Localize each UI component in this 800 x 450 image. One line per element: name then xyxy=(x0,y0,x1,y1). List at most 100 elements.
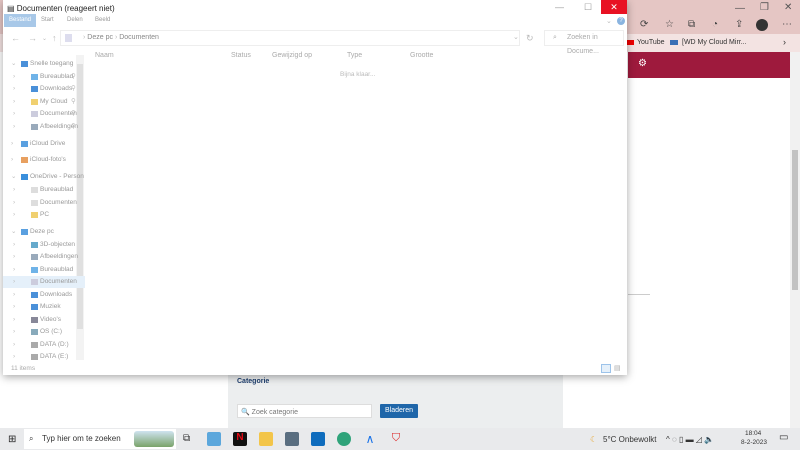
search-input[interactable]: ⌕ Zoeken in Docume... xyxy=(544,30,624,55)
restore-button[interactable]: ❐ xyxy=(760,2,769,13)
pin-icon[interactable]: ⚲ xyxy=(71,71,76,83)
tab-bestand[interactable]: Bestand xyxy=(4,14,37,27)
settings-icon[interactable]: ⚙ xyxy=(638,58,647,69)
nav-item[interactable]: › DATA (D:) xyxy=(3,339,85,351)
nav-item[interactable]: › Documenten xyxy=(3,197,85,209)
chevron-right-icon[interactable]: › xyxy=(13,108,15,120)
nav-item[interactable]: › Bureaublad xyxy=(3,264,85,276)
chevron-down-icon[interactable]: ⌄ xyxy=(513,31,519,45)
performance-icon[interactable]: ◔ xyxy=(712,19,718,30)
share-icon[interactable]: ⇪ xyxy=(735,19,743,30)
chevron-right-icon[interactable]: › xyxy=(13,83,15,95)
nav-item[interactable]: ⌄ OneDrive - Person xyxy=(3,171,85,183)
help-icon[interactable]: ? xyxy=(617,17,625,25)
column-naam[interactable]: Naam xyxy=(95,52,114,59)
nav-item[interactable]: › DATA (E:) xyxy=(3,351,85,363)
nav-item[interactable]: › My Cloud ⚲ xyxy=(3,96,85,108)
chevron-right-icon[interactable]: › xyxy=(13,96,15,108)
more-icon[interactable]: ⋯ xyxy=(782,19,792,30)
chevron-right-icon[interactable]: › xyxy=(13,301,15,313)
app-icon[interactable] xyxy=(207,432,221,446)
nav-item[interactable]: › iCloud-foto's xyxy=(3,154,85,166)
chevron-down-icon[interactable]: ⌄ xyxy=(11,58,16,70)
chevron-right-icon[interactable]: › xyxy=(13,351,15,363)
tab-beeld[interactable]: Beeld xyxy=(90,14,115,27)
column-type[interactable]: Type xyxy=(347,52,362,59)
minimize-button[interactable]: — xyxy=(555,2,564,12)
chevron-right-icon[interactable]: › xyxy=(13,121,15,133)
weather-text[interactable]: 5°C Onbewolkt xyxy=(603,435,656,444)
nav-item[interactable]: › Documenten xyxy=(3,276,85,288)
pin-icon[interactable]: ⚲ xyxy=(71,121,76,133)
nav-item[interactable]: ⌄ Snelle toegang xyxy=(3,58,85,70)
column-grootte[interactable]: Grootte xyxy=(410,52,433,59)
favorites-icon[interactable]: ☆ xyxy=(665,19,674,30)
file-explorer-icon[interactable] xyxy=(259,432,273,446)
category-search-input[interactable]: 🔍 Zoek categorie xyxy=(237,404,372,418)
chevron-down-icon[interactable]: ⌄ xyxy=(11,226,16,238)
windows-start-icon[interactable]: ⊞ xyxy=(8,434,16,445)
collections-icon[interactable]: ⧉ xyxy=(688,19,695,30)
chevron-right-icon[interactable]: › xyxy=(13,251,15,263)
chevron-right-icon[interactable]: › xyxy=(13,71,15,83)
chevron-right-icon[interactable]: › xyxy=(11,154,13,166)
refresh-icon[interactable]: ↻ xyxy=(526,33,534,44)
clock-time[interactable]: 18:04 xyxy=(745,430,761,437)
chevron-right-icon[interactable]: › xyxy=(13,314,15,326)
column-status[interactable]: Status xyxy=(231,52,251,59)
clock-date[interactable]: 8-2-2023 xyxy=(741,439,767,446)
scrollbar-thumb[interactable] xyxy=(792,150,798,290)
vpn-shield-icon[interactable]: ⛉ xyxy=(389,432,403,446)
pin-icon[interactable]: ⚲ xyxy=(71,108,76,120)
notification-icon[interactable]: ▭ xyxy=(779,432,788,443)
nav-item[interactable]: › Bureaublad ⚲ xyxy=(3,71,85,83)
close-button[interactable]: ✕ xyxy=(601,0,627,14)
outlook-icon[interactable] xyxy=(311,432,325,446)
chevron-right-icon[interactable]: › xyxy=(13,289,15,301)
close-button[interactable]: ✕ xyxy=(784,2,792,13)
address-bar[interactable]: › Deze pc › Documenten ⌄ xyxy=(60,30,520,46)
chevron-down-icon[interactable]: ⌄ xyxy=(11,171,16,183)
nav-item[interactable]: › Muziek xyxy=(3,301,85,313)
chevron-right-icon[interactable]: › xyxy=(13,209,15,221)
netflix-icon[interactable]: N xyxy=(233,432,247,446)
extension-icon[interactable]: ⟳ xyxy=(640,19,648,30)
calculator-icon[interactable] xyxy=(285,432,299,446)
bookmark-wd[interactable]: [WD My Cloud Mirr... xyxy=(682,39,747,46)
nav-item[interactable]: › Bureaublad xyxy=(3,184,85,196)
nav-item[interactable]: › OS (C:) xyxy=(3,326,85,338)
nav-item[interactable]: › Downloads xyxy=(3,289,85,301)
pin-icon[interactable]: ⚲ xyxy=(71,83,76,95)
minimize-button[interactable]: — xyxy=(735,3,745,14)
browse-button[interactable]: Bladeren xyxy=(380,404,418,418)
up-icon[interactable]: ↑ xyxy=(52,33,57,43)
breadcrumb-documenten[interactable]: Documenten xyxy=(119,34,159,41)
back-icon[interactable]: ← xyxy=(11,33,20,43)
nav-item[interactable]: ⌄ Deze pc xyxy=(3,226,85,238)
tiles-view-button[interactable]: ▤ xyxy=(614,364,621,372)
tray-icons[interactable]: ^ ◌ ▯ ▬ ◿ 🔈 xyxy=(666,435,714,444)
maximize-button[interactable]: ☐ xyxy=(584,2,592,13)
tab-start[interactable]: Start xyxy=(36,14,59,27)
chevron-right-icon[interactable]: › xyxy=(13,276,15,288)
chevron-right-icon[interactable]: › xyxy=(13,184,15,196)
tab-delen[interactable]: Delen xyxy=(62,14,88,27)
pin-icon[interactable]: ⚲ xyxy=(71,96,76,108)
nav-item[interactable]: › 3D-objecten xyxy=(3,239,85,251)
details-view-button[interactable] xyxy=(601,364,611,373)
recent-icon[interactable]: ⌄ xyxy=(42,35,47,42)
chevron-right-icon[interactable]: › xyxy=(783,37,786,47)
chevron-right-icon[interactable]: › xyxy=(13,339,15,351)
taskbar-search[interactable]: ⌕ Typ hier om te zoeken xyxy=(24,429,176,449)
chevron-right-icon[interactable]: › xyxy=(13,326,15,338)
nav-item[interactable]: › Downloads ⚲ xyxy=(3,83,85,95)
avatar[interactable] xyxy=(756,19,768,31)
nav-item[interactable]: › Afbeeldingen ⚲ xyxy=(3,121,85,133)
nav-item[interactable]: › Video's xyxy=(3,314,85,326)
chevron-right-icon[interactable]: › xyxy=(11,138,13,150)
forward-icon[interactable]: → xyxy=(28,33,37,43)
column-gewijzigd[interactable]: Gewijzigd op xyxy=(272,52,312,59)
nav-item[interactable]: › Afbeeldingen xyxy=(3,251,85,263)
bookmark-youtube[interactable]: YouTube xyxy=(637,39,665,46)
nav-item[interactable]: › iCloud Drive xyxy=(3,138,85,150)
